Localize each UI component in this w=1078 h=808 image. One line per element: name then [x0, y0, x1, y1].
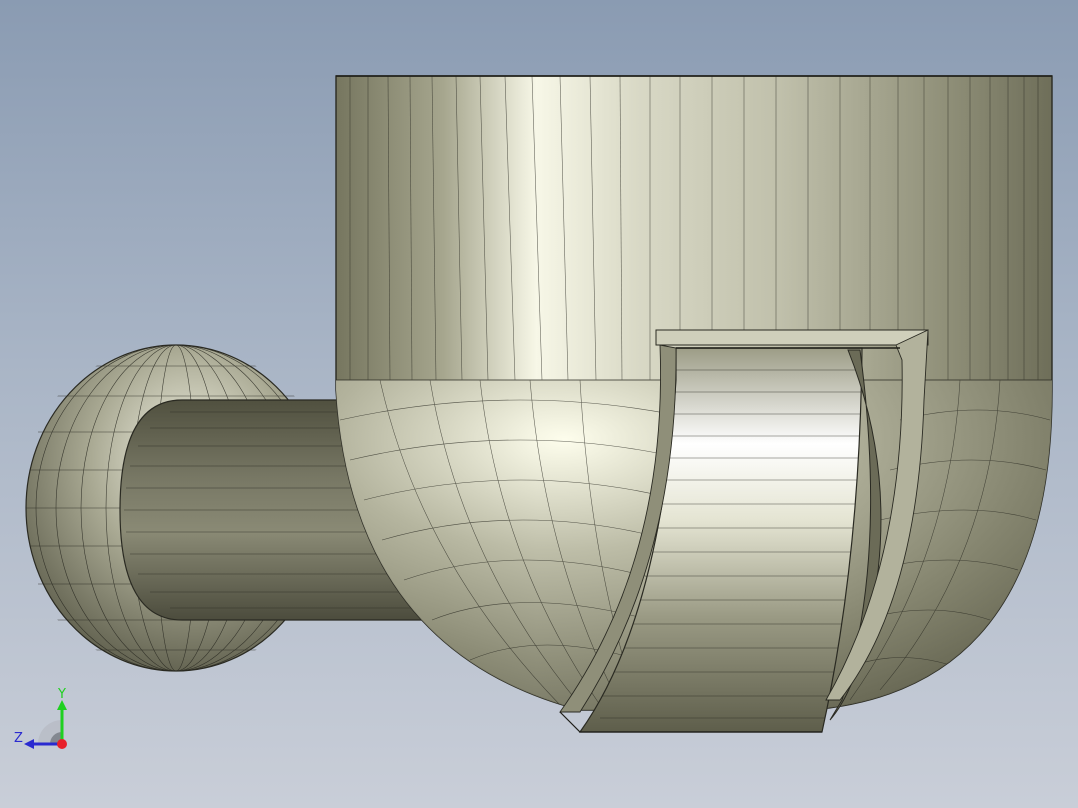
triad-z-arrow-icon: [24, 739, 34, 749]
triad-x-axis-dot: [57, 739, 67, 749]
triad-y-label: Y: [57, 687, 66, 702]
reference-triad: Y Z: [14, 687, 67, 749]
triad-z-label: Z: [14, 731, 23, 746]
model-geometry[interactable]: [0, 0, 1078, 808]
graphics-viewport[interactable]: Y Z: [0, 0, 1078, 808]
